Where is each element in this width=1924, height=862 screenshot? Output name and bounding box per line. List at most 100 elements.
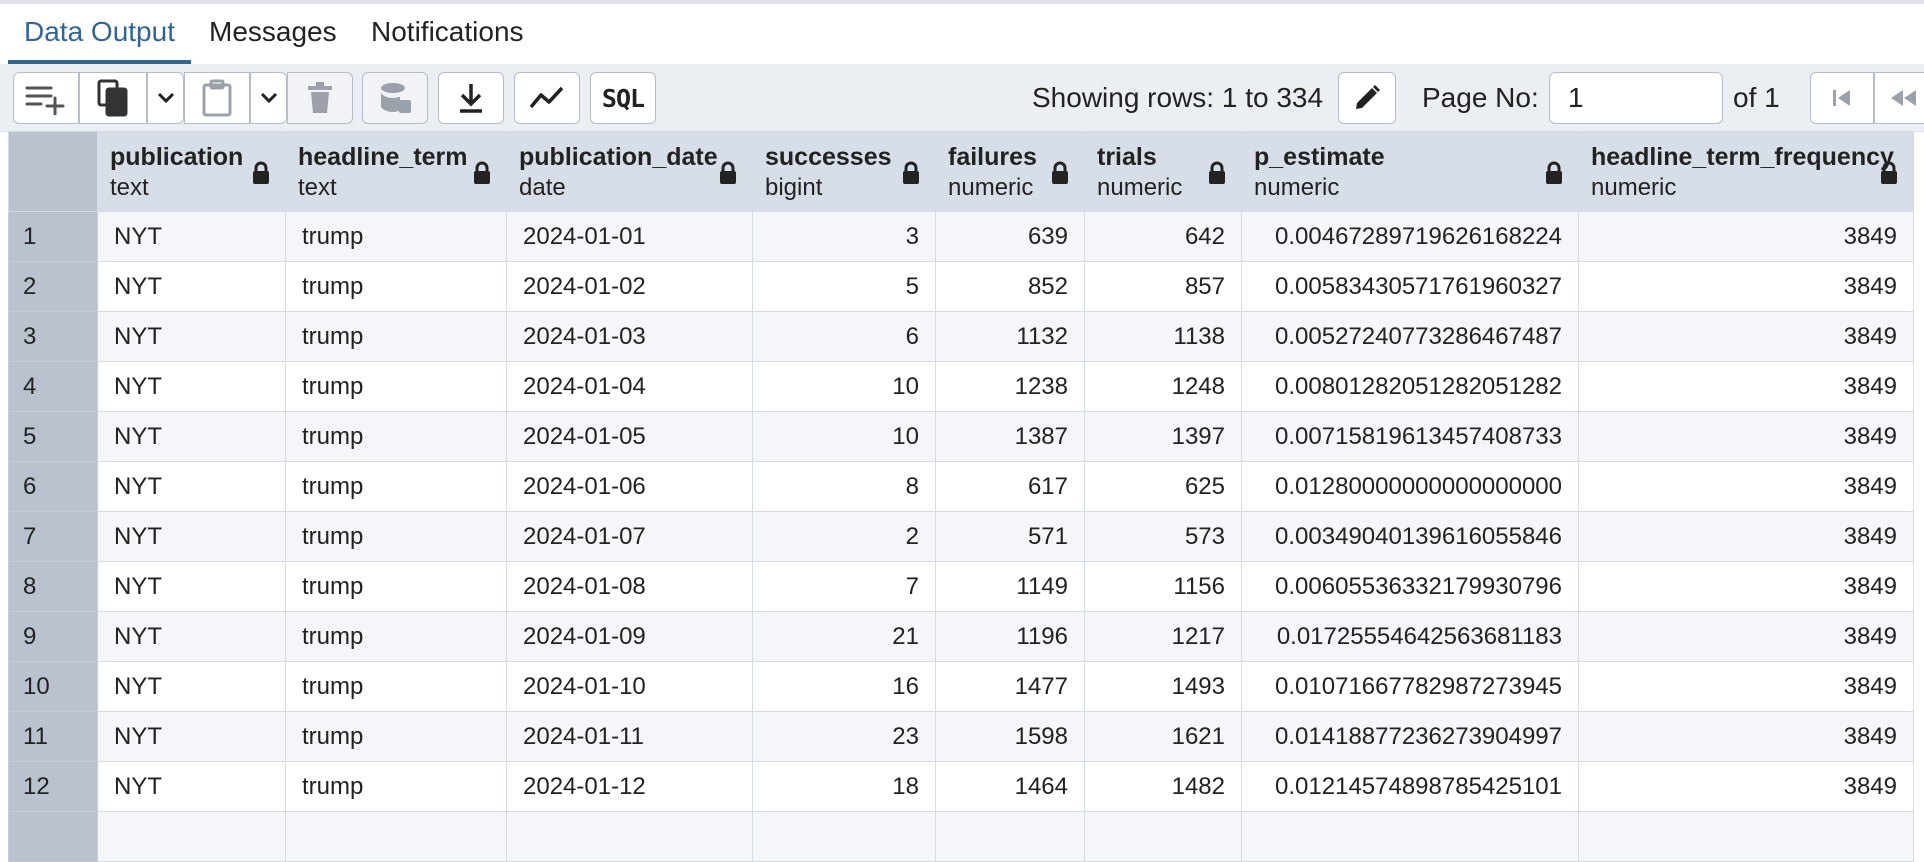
table-cell[interactable]: 1477 bbox=[935, 661, 1085, 712]
table-cell[interactable]: 3849 bbox=[1578, 711, 1914, 762]
delete-row-button[interactable] bbox=[287, 72, 353, 124]
table-cell[interactable] bbox=[752, 811, 936, 862]
table-cell[interactable]: 2024-01-09 bbox=[506, 611, 753, 662]
row-number[interactable]: 12 bbox=[8, 761, 98, 812]
table-cell[interactable]: 1598 bbox=[935, 711, 1085, 762]
page-number-input[interactable] bbox=[1549, 72, 1723, 124]
table-cell[interactable]: 1248 bbox=[1084, 361, 1242, 412]
table-cell[interactable]: 3849 bbox=[1578, 211, 1914, 262]
table-cell[interactable]: NYT bbox=[97, 311, 286, 362]
table-cell[interactable] bbox=[285, 811, 507, 862]
table-cell[interactable]: 3849 bbox=[1578, 411, 1914, 462]
table-cell[interactable]: 0.00583430571761960327 bbox=[1241, 261, 1579, 312]
table-cell[interactable]: 857 bbox=[1084, 261, 1242, 312]
table-cell[interactable]: 3849 bbox=[1578, 511, 1914, 562]
column-header[interactable]: headline_term_frequency numeric bbox=[1578, 131, 1914, 212]
row-number[interactable] bbox=[8, 811, 98, 862]
tab-notifications[interactable]: Notifications bbox=[371, 10, 524, 64]
table-cell[interactable]: 3849 bbox=[1578, 311, 1914, 362]
table-row[interactable]: 5 NYT trump 2024-01-05 10 1387 1397 0.007158196… bbox=[8, 411, 1914, 462]
column-header[interactable]: successes bigint bbox=[752, 131, 936, 212]
table-row[interactable]: 4 NYT trump 2024-01-04 10 1238 1248 0.008012820… bbox=[8, 361, 1914, 412]
table-cell[interactable]: 573 bbox=[1084, 511, 1242, 562]
first-page-button[interactable] bbox=[1810, 72, 1874, 124]
table-cell[interactable] bbox=[935, 811, 1085, 862]
table-cell[interactable]: 2024-01-10 bbox=[506, 661, 753, 712]
table-cell[interactable]: trump bbox=[285, 261, 507, 312]
table-cell[interactable]: 2024-01-07 bbox=[506, 511, 753, 562]
table-cell[interactable]: trump bbox=[285, 561, 507, 612]
tab-messages[interactable]: Messages bbox=[209, 10, 337, 64]
table-cell[interactable]: trump bbox=[285, 511, 507, 562]
previous-page-button[interactable] bbox=[1874, 72, 1924, 124]
row-number[interactable]: 8 bbox=[8, 561, 98, 612]
table-cell[interactable]: 0.00349040139616055846 bbox=[1241, 511, 1579, 562]
table-cell[interactable]: 0.00527240773286467487 bbox=[1241, 311, 1579, 362]
table-row[interactable]: 7 NYT trump 2024-01-07 2 571 573 0.003490401396… bbox=[8, 511, 1914, 562]
table-cell[interactable]: 10 bbox=[752, 361, 936, 412]
table-row[interactable]: 10 NYT trump 2024-01-10 16 1477 1493 0.01071667… bbox=[8, 661, 1914, 712]
table-row[interactable]: 3 NYT trump 2024-01-03 6 1132 1138 0.0052724077… bbox=[8, 311, 1914, 362]
table-cell[interactable]: 1238 bbox=[935, 361, 1085, 412]
table-cell[interactable]: trump bbox=[285, 411, 507, 462]
table-cell[interactable]: 2024-01-08 bbox=[506, 561, 753, 612]
table-cell[interactable]: 23 bbox=[752, 711, 936, 762]
copy-button[interactable] bbox=[79, 72, 147, 124]
column-header[interactable]: p_estimate numeric bbox=[1241, 131, 1579, 212]
row-number[interactable]: 1 bbox=[8, 211, 98, 262]
table-cell[interactable]: 1149 bbox=[935, 561, 1085, 612]
table-cell[interactable]: 1493 bbox=[1084, 661, 1242, 712]
row-number[interactable]: 9 bbox=[8, 611, 98, 662]
table-cell[interactable]: 0.01725554642563681183 bbox=[1241, 611, 1579, 662]
table-cell[interactable]: 1482 bbox=[1084, 761, 1242, 812]
table-cell[interactable]: 617 bbox=[935, 461, 1085, 512]
table-cell[interactable]: 1138 bbox=[1084, 311, 1242, 362]
table-cell[interactable]: 0.01071667782987273945 bbox=[1241, 661, 1579, 712]
table-row[interactable]: 1 NYT trump 2024-01-01 3 639 642 0.004672897196… bbox=[8, 211, 1914, 262]
row-number[interactable]: 3 bbox=[8, 311, 98, 362]
table-cell[interactable]: NYT bbox=[97, 661, 286, 712]
table-cell[interactable]: 10 bbox=[752, 411, 936, 462]
column-header[interactable]: failures numeric bbox=[935, 131, 1085, 212]
table-cell[interactable]: trump bbox=[285, 361, 507, 412]
table-cell[interactable]: trump bbox=[285, 311, 507, 362]
row-number[interactable]: 5 bbox=[8, 411, 98, 462]
table-cell[interactable]: trump bbox=[285, 211, 507, 262]
table-cell[interactable]: trump bbox=[285, 761, 507, 812]
graph-visualiser-button[interactable] bbox=[514, 72, 580, 124]
table-cell[interactable]: 2024-01-12 bbox=[506, 761, 753, 812]
table-cell[interactable]: 0.00605536332179930796 bbox=[1241, 561, 1579, 612]
table-cell[interactable]: 0.00801282051282051282 bbox=[1241, 361, 1579, 412]
table-cell[interactable]: 2024-01-05 bbox=[506, 411, 753, 462]
table-cell[interactable]: 3849 bbox=[1578, 611, 1914, 662]
table-row[interactable]: 9 NYT trump 2024-01-09 21 1196 1217 0.017255546… bbox=[8, 611, 1914, 662]
table-cell[interactable]: 1196 bbox=[935, 611, 1085, 662]
column-header[interactable]: publication text bbox=[97, 131, 286, 212]
table-cell[interactable]: 2024-01-06 bbox=[506, 461, 753, 512]
sql-button[interactable]: SQL bbox=[590, 72, 656, 124]
table-cell[interactable]: 16 bbox=[752, 661, 936, 712]
add-row-button[interactable] bbox=[13, 72, 79, 124]
column-header[interactable]: trials numeric bbox=[1084, 131, 1242, 212]
table-row[interactable]: 11 NYT trump 2024-01-11 23 1598 1621 0.01418877… bbox=[8, 711, 1914, 762]
table-cell[interactable]: 2024-01-02 bbox=[506, 261, 753, 312]
table-cell[interactable]: trump bbox=[285, 461, 507, 512]
table-cell[interactable]: 2024-01-01 bbox=[506, 211, 753, 262]
tab-data-output[interactable]: Data Output bbox=[24, 10, 175, 64]
table-cell[interactable]: 852 bbox=[935, 261, 1085, 312]
paste-button[interactable] bbox=[184, 72, 250, 124]
column-header[interactable]: publication_date date bbox=[506, 131, 753, 212]
column-header[interactable]: headline_term text bbox=[285, 131, 507, 212]
table-cell[interactable] bbox=[506, 811, 753, 862]
table-cell[interactable]: NYT bbox=[97, 411, 286, 462]
table-cell[interactable]: 3849 bbox=[1578, 661, 1914, 712]
table-cell[interactable]: 3849 bbox=[1578, 761, 1914, 812]
table-cell[interactable]: 2024-01-03 bbox=[506, 311, 753, 362]
table-cell[interactable]: 2024-01-04 bbox=[506, 361, 753, 412]
row-number[interactable]: 7 bbox=[8, 511, 98, 562]
table-cell[interactable]: NYT bbox=[97, 211, 286, 262]
table-cell[interactable]: 0.01418877236273904997 bbox=[1241, 711, 1579, 762]
table-cell[interactable] bbox=[1084, 811, 1242, 862]
table-cell[interactable]: NYT bbox=[97, 711, 286, 762]
table-row[interactable] bbox=[8, 811, 1914, 862]
